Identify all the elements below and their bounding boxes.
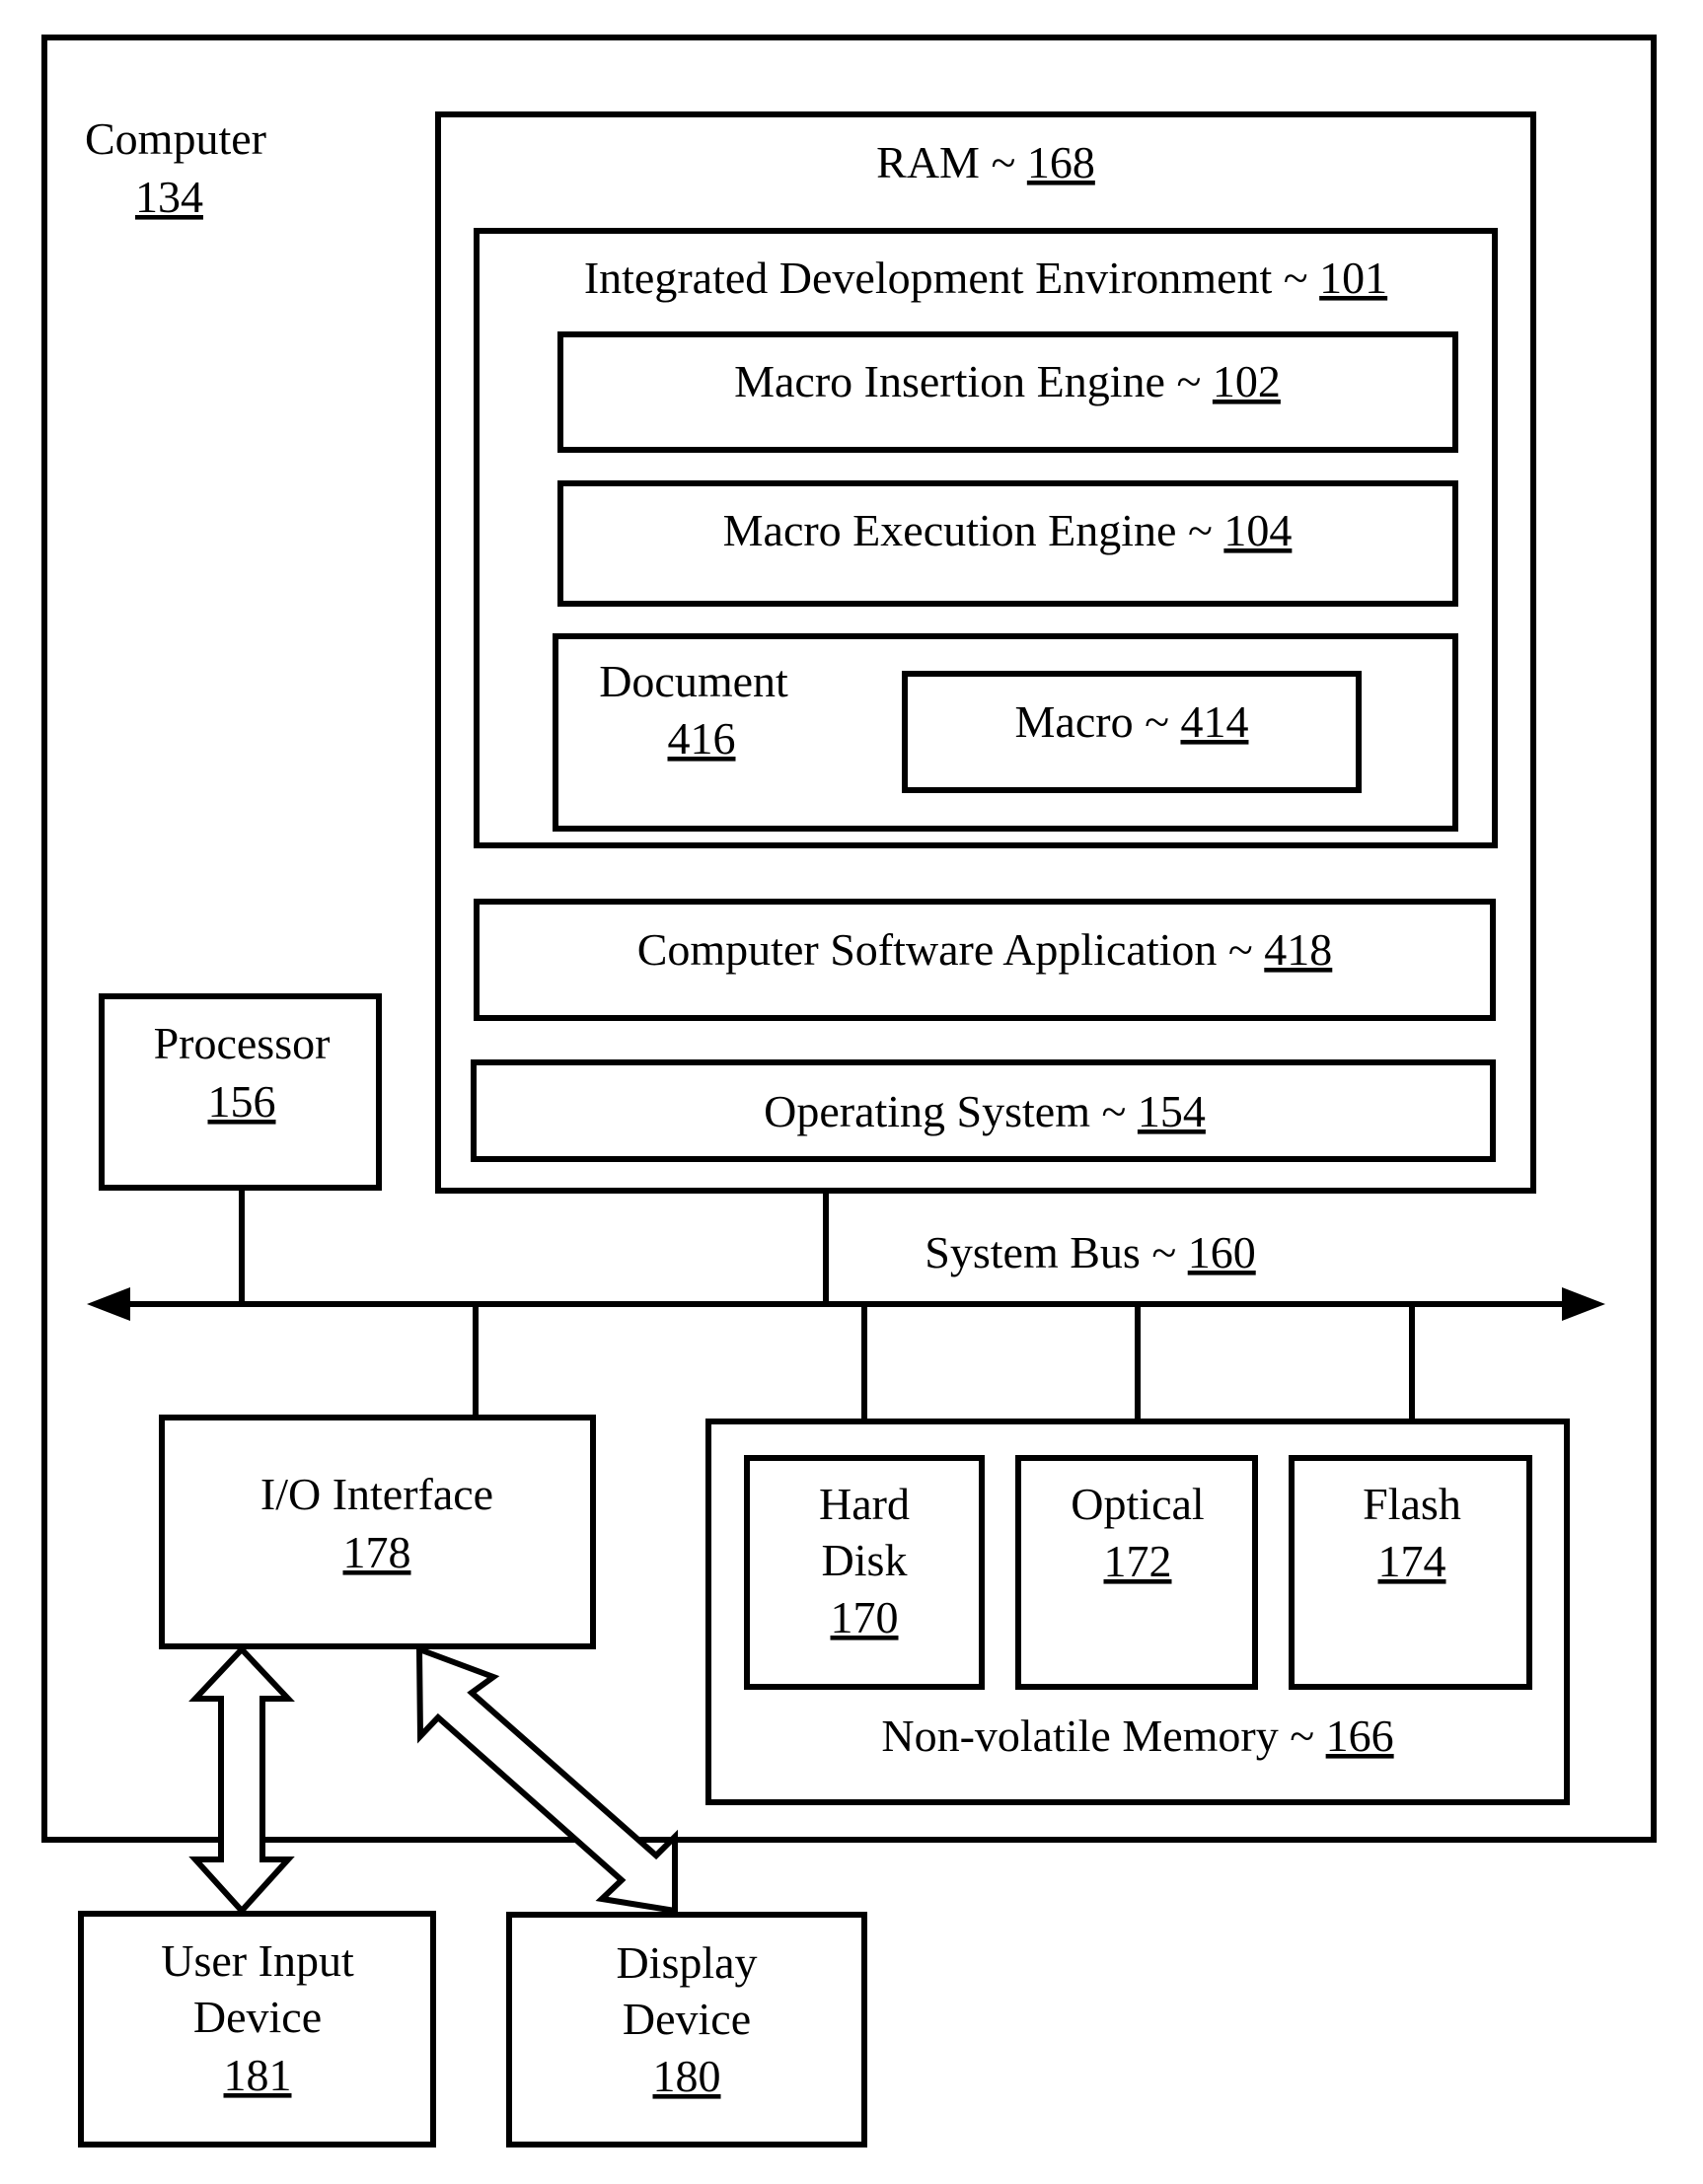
display-device-label-line2: Device xyxy=(623,1994,751,2044)
ide-label: Integrated Development Environment ~ 101 xyxy=(584,253,1387,303)
macro-box: Macro ~ 414 xyxy=(902,671,1362,793)
optical-ref: 172 xyxy=(1104,1536,1172,1586)
ram-label: RAM ~ 168 xyxy=(876,137,1095,187)
macro-label: Macro ~ 414 xyxy=(1015,696,1249,747)
user-input-device-ref: 181 xyxy=(224,2050,292,2100)
document-ref: 416 xyxy=(668,713,736,764)
hard-disk-ref: 170 xyxy=(831,1592,899,1642)
io-interface-label: I/O Interface xyxy=(260,1469,493,1519)
io-interface-box: I/O Interface 178 xyxy=(159,1415,596,1649)
flash-ref: 174 xyxy=(1378,1536,1446,1586)
hard-disk-label-line2: Disk xyxy=(822,1535,908,1585)
operating-system-label: Operating System ~ 154 xyxy=(764,1086,1206,1136)
hard-disk-box: Hard Disk 170 xyxy=(744,1455,985,1690)
software-application-label: Computer Software Application ~ 418 xyxy=(637,924,1333,975)
computer-ref: 134 xyxy=(135,172,203,222)
display-device-label-line1: Display xyxy=(616,1937,757,1988)
io-interface-ref: 178 xyxy=(343,1527,411,1577)
display-device-ref: 180 xyxy=(653,2051,721,2101)
macro-execution-engine-box: Macro Execution Engine ~ 104 xyxy=(557,480,1458,607)
user-input-device-label-line2: Device xyxy=(193,1992,322,2042)
optical-label: Optical xyxy=(1071,1479,1204,1529)
display-device-box: Display Device 180 xyxy=(506,1912,867,2148)
flash-label: Flash xyxy=(1363,1479,1461,1529)
software-application-box: Computer Software Application ~ 418 xyxy=(474,899,1496,1021)
macro-insertion-engine-box: Macro Insertion Engine ~ 102 xyxy=(557,331,1458,453)
processor-box: Processor 156 xyxy=(99,993,382,1191)
processor-label: Processor xyxy=(154,1018,331,1068)
macro-insertion-engine-label: Macro Insertion Engine ~ 102 xyxy=(734,356,1281,406)
processor-ref: 156 xyxy=(208,1076,276,1127)
hard-disk-label-line1: Hard xyxy=(819,1479,910,1529)
user-input-device-label-line1: User Input xyxy=(161,1935,354,1986)
flash-box: Flash 174 xyxy=(1289,1455,1532,1690)
operating-system-box: Operating System ~ 154 xyxy=(471,1059,1496,1162)
computer-architecture-diagram: Computer 134 RAM ~ 168 Integrated Develo… xyxy=(41,35,1657,2148)
computer-label: Computer xyxy=(85,113,266,164)
document-label: Document xyxy=(599,656,788,706)
user-input-device-box: User Input Device 181 xyxy=(78,1911,436,2148)
non-volatile-memory-label: Non-volatile Memory ~ 166 xyxy=(881,1711,1393,1761)
macro-execution-engine-label: Macro Execution Engine ~ 104 xyxy=(723,505,1293,555)
optical-box: Optical 172 xyxy=(1015,1455,1258,1690)
system-bus-label: System Bus ~ 160 xyxy=(925,1227,1255,1277)
